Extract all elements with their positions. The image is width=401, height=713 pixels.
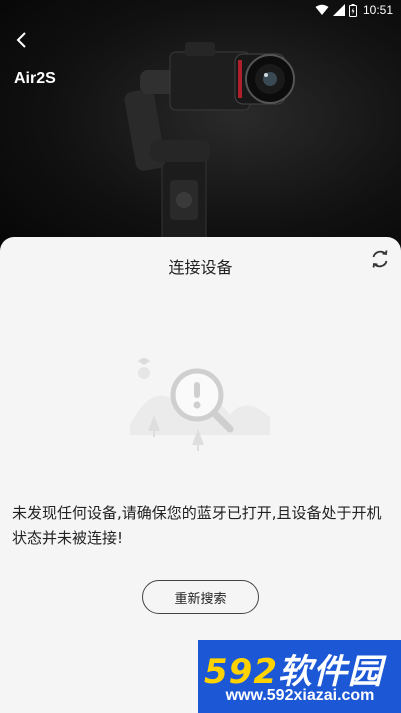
device-name: Air2S (14, 70, 56, 87)
research-button[interactable]: 重新搜索 (142, 580, 259, 614)
status-bar: 10:51 (0, 0, 401, 22)
signal-icon (332, 4, 345, 16)
status-time: 10:51 (362, 3, 393, 17)
battery-icon (348, 3, 357, 17)
sheet-title: 连接设备 (168, 258, 233, 277)
refresh-icon (372, 250, 388, 268)
no-device-illustration (130, 358, 270, 451)
watermark-url: www.592xiazai.com (225, 687, 375, 704)
device-hero-image: Air2S (0, 0, 401, 260)
chevron-left-icon (16, 32, 26, 48)
back-button[interactable] (8, 26, 36, 54)
watermark-logo-text: 592软件园 (204, 644, 383, 693)
watermark-logo-label: 软件园 (277, 652, 383, 692)
watermark-logo-number: 592 (204, 652, 278, 692)
watermark-logo: 592软件园 www.592xiazai.com (198, 640, 401, 713)
no-device-message: 未发现任何设备,请确保您的蓝牙已打开,且设备处于开机状态并未被连接! (12, 504, 382, 547)
gimbal-image (124, 42, 295, 255)
wifi-icon (315, 4, 329, 15)
refresh-button[interactable] (369, 248, 391, 270)
